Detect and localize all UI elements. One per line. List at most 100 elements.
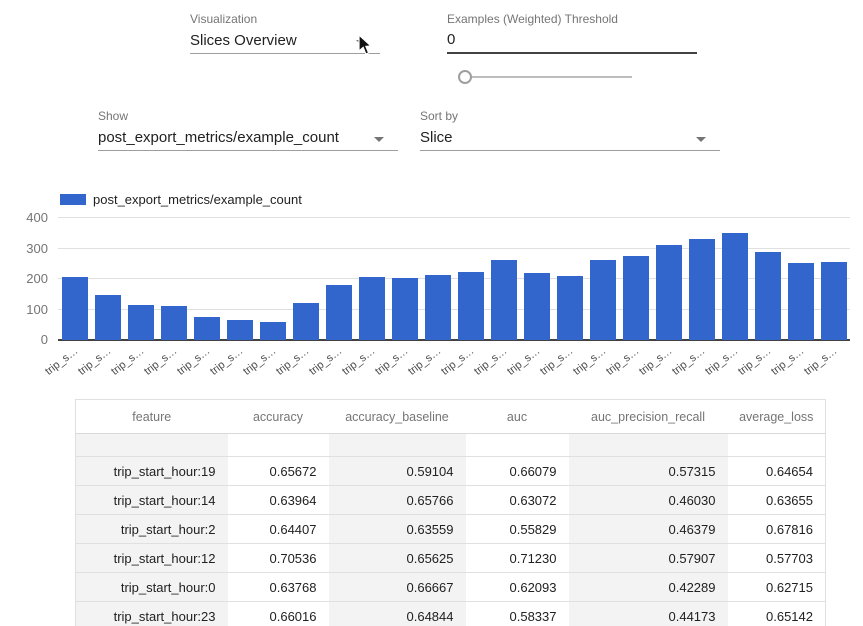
bar[interactable]: [689, 239, 715, 340]
table-cell[interactable]: 0.66016: [228, 602, 329, 626]
bar[interactable]: [722, 233, 748, 340]
slices-overview-page: Visualization Slices Overview Examples (…: [0, 0, 863, 626]
table-cell[interactable]: trip_start_hour:19: [76, 457, 228, 486]
table-cell[interactable]: 0.63964: [228, 486, 329, 515]
threshold-input[interactable]: 0: [447, 31, 697, 54]
mouse-cursor-icon: [356, 34, 374, 56]
table-cell[interactable]: 0.66079: [466, 457, 569, 486]
visualization-select[interactable]: Slices Overview: [190, 32, 380, 54]
slider-track[interactable]: [460, 76, 632, 78]
table-cell[interactable]: 0.63072: [466, 486, 569, 515]
table-cell[interactable]: trip_start_hour:0: [76, 573, 228, 602]
column-header-auc[interactable]: auc: [466, 400, 569, 434]
table-cell[interactable]: trip_start_hour:2: [76, 515, 228, 544]
bar[interactable]: [524, 273, 550, 340]
bar[interactable]: [128, 305, 154, 340]
table-cell[interactable]: 0.63768: [228, 573, 329, 602]
column-header-average_loss[interactable]: average_loss: [728, 400, 826, 434]
table-cell[interactable]: 0.62715: [728, 573, 826, 602]
bar[interactable]: [359, 277, 385, 340]
table-row[interactable]: trip_start_hour:120.705360.656250.712300…: [76, 544, 826, 573]
table-row[interactable]: trip_start_hour:00.637680.666670.620930.…: [76, 573, 826, 602]
bar[interactable]: [623, 256, 649, 340]
bar[interactable]: [458, 272, 484, 340]
column-header-feature[interactable]: feature: [76, 400, 228, 434]
bar[interactable]: [227, 320, 253, 340]
table-cell[interactable]: 0.65766: [329, 486, 466, 515]
table-cell[interactable]: 0.44173: [569, 602, 728, 626]
bar[interactable]: [788, 263, 814, 340]
sort-by-select[interactable]: Slice: [420, 129, 720, 151]
table-cell[interactable]: 0.64844: [329, 602, 466, 626]
table-cell[interactable]: 0.66667: [329, 573, 466, 602]
bar[interactable]: [161, 306, 187, 340]
table-cell[interactable]: trip_start_hour:23: [76, 602, 228, 626]
show-select[interactable]: post_export_metrics/example_count: [98, 129, 398, 151]
bar[interactable]: [95, 295, 121, 340]
table-filter-cell[interactable]: [728, 434, 826, 457]
table-cell[interactable]: trip_start_hour:12: [76, 544, 228, 573]
gridline: [58, 217, 850, 218]
bar[interactable]: [557, 276, 583, 340]
legend-label: post_export_metrics/example_count: [93, 192, 302, 207]
bar[interactable]: [293, 303, 319, 341]
metrics-table: featureaccuracyaccuracy_baselineaucauc_p…: [75, 399, 825, 626]
visualization-value: Slices Overview: [190, 32, 297, 49]
show-value: post_export_metrics/example_count: [98, 129, 339, 146]
table-cell[interactable]: 0.42289: [569, 573, 728, 602]
table-cell[interactable]: 0.64407: [228, 515, 329, 544]
table-filter-cell[interactable]: [569, 434, 728, 457]
slider-knob[interactable]: [458, 70, 472, 84]
chevron-down-icon: [374, 137, 384, 142]
bar[interactable]: [590, 260, 616, 340]
table-cell[interactable]: 0.57315: [569, 457, 728, 486]
table-cell[interactable]: 0.46030: [569, 486, 728, 515]
table-cell[interactable]: 0.65625: [329, 544, 466, 573]
column-header-accuracy_baseline[interactable]: accuracy_baseline: [329, 400, 466, 434]
table-cell[interactable]: trip_start_hour:14: [76, 486, 228, 515]
table-cell[interactable]: 0.70536: [228, 544, 329, 573]
bar[interactable]: [491, 260, 517, 340]
table-cell[interactable]: 0.59104: [329, 457, 466, 486]
table-filter-cell[interactable]: [329, 434, 466, 457]
table-filter-cell[interactable]: [466, 434, 569, 457]
table-cell[interactable]: 0.67816: [728, 515, 826, 544]
table-cell[interactable]: 0.63655: [728, 486, 826, 515]
table-row[interactable]: trip_start_hour:190.656720.591040.660790…: [76, 457, 826, 486]
column-header-auc_precision_recall[interactable]: auc_precision_recall: [569, 400, 728, 434]
table-row[interactable]: trip_start_hour:230.660160.648440.583370…: [76, 602, 826, 626]
table-cell[interactable]: 0.71230: [466, 544, 569, 573]
y-tick-label: 300: [0, 241, 48, 256]
table-cell[interactable]: 0.62093: [466, 573, 569, 602]
slices-bar-chart: post_export_metrics/example_count 010020…: [0, 190, 863, 395]
table-cell[interactable]: 0.55829: [466, 515, 569, 544]
column-header-accuracy[interactable]: accuracy: [228, 400, 329, 434]
table-filter-cell[interactable]: [76, 434, 228, 457]
table-cell[interactable]: 0.58337: [466, 602, 569, 626]
table-cell[interactable]: 0.57703: [728, 544, 826, 573]
bar[interactable]: [326, 285, 352, 340]
bar[interactable]: [62, 277, 88, 340]
table-header-row: featureaccuracyaccuracy_baselineaucauc_p…: [76, 400, 826, 434]
threshold-label: Examples (Weighted) Threshold: [447, 12, 618, 26]
table-cell[interactable]: 0.63559: [329, 515, 466, 544]
bar[interactable]: [392, 278, 418, 340]
bar[interactable]: [194, 317, 220, 340]
table-filter-cell[interactable]: [228, 434, 329, 457]
threshold-slider[interactable]: [460, 69, 632, 85]
table-cell[interactable]: 0.65672: [228, 457, 329, 486]
table-cell[interactable]: 0.57907: [569, 544, 728, 573]
table-row[interactable]: trip_start_hour:20.644070.635590.558290.…: [76, 515, 826, 544]
bar[interactable]: [821, 262, 847, 340]
y-tick-label: 0: [0, 332, 48, 347]
bar[interactable]: [656, 245, 682, 340]
bar[interactable]: [260, 322, 286, 340]
table-row[interactable]: trip_start_hour:140.639640.657660.630720…: [76, 486, 826, 515]
bar[interactable]: [755, 252, 781, 340]
table-cell[interactable]: 0.65142: [728, 602, 826, 626]
chevron-down-icon: [696, 137, 706, 142]
table-cell[interactable]: 0.64654: [728, 457, 826, 486]
bar-chart-plot: [58, 218, 850, 340]
table-cell[interactable]: 0.46379: [569, 515, 728, 544]
bar[interactable]: [425, 275, 451, 340]
